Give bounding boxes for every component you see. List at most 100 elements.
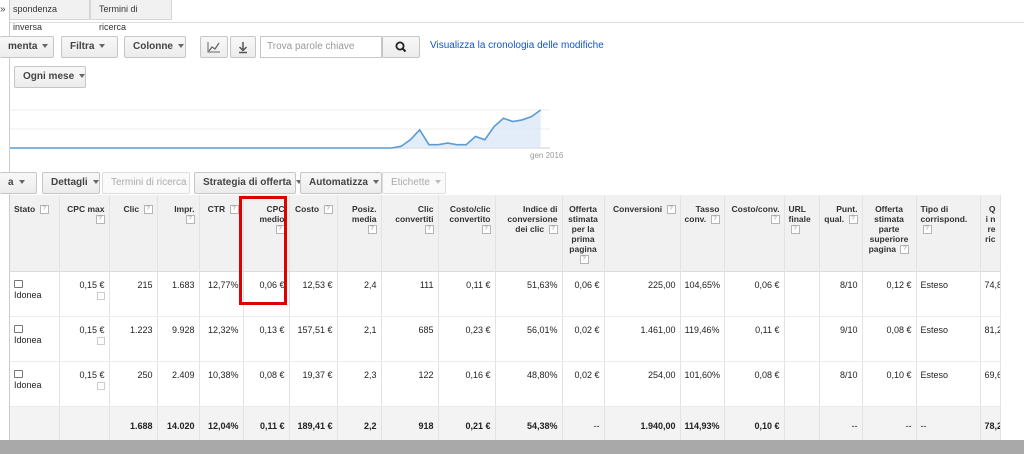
column-header[interactable]: Tipo di corrispond. ? [916,195,981,272]
column-header[interactable]: Conversioni ? [604,195,681,272]
help-icon[interactable]: ? [770,215,780,225]
sidebar-collapse-handle[interactable]: » [0,0,10,454]
filter-dropdown[interactable]: Filtra [61,36,118,58]
column-header[interactable]: Stato ? [10,195,60,272]
help-icon[interactable]: ? [185,215,195,225]
cell-value: 0,08 € [754,369,780,380]
table-cell: 0,10 € [862,361,917,407]
cell-value: 101,60% [684,369,721,380]
column-header[interactable]: Clic ? [109,195,158,272]
cell-value: 19,37 € [302,369,333,380]
chevron-down-icon [372,180,379,185]
change-history-link[interactable]: Visualizza la cronologia delle modifiche [430,40,604,51]
column-header[interactable]: Q i n re ric [980,195,1001,272]
cell-value: 10,38% [207,369,239,380]
help-icon[interactable]: ? [790,225,800,235]
column-header[interactable]: Costo ? [289,195,338,272]
cell-value: 122 [418,369,434,380]
help-icon[interactable]: ? [95,215,105,225]
period-dropdown[interactable]: Ogni mese [14,66,86,88]
table-cell [784,361,820,407]
help-icon[interactable]: ? [481,225,491,235]
labels-dropdown[interactable]: Etichette [382,172,446,194]
edit-bid-icon[interactable] [96,291,105,300]
column-header-label: Stato [14,204,36,214]
help-icon[interactable]: ? [666,205,676,215]
comment-icon[interactable] [14,324,23,333]
comment-icon[interactable] [14,279,23,288]
table-cell: 10,38% [199,361,244,407]
cell-value: 1.461,00 [640,324,676,335]
help-icon[interactable]: ? [424,225,434,235]
table-cell: Esteso [916,316,981,362]
modify-dropdown[interactable]: a [0,172,37,194]
edit-bid-icon[interactable] [96,336,105,345]
cell-value: 0,13 € [259,324,285,335]
column-header[interactable]: Indice di conversione dei clic ? [495,195,563,272]
edit-bid-icon[interactable] [96,381,105,390]
help-icon[interactable]: ? [848,215,858,225]
keyword-search-input[interactable]: Trova parole chiave [260,36,382,58]
search-terms-button[interactable]: Termini di ricerca [102,172,190,194]
column-header[interactable]: URL finale ? [784,195,820,272]
automate-dropdown[interactable]: Automatizza [300,172,382,194]
table-cell: 2.409 [157,361,200,407]
column-header[interactable]: Offerta stimata per la prima pagina ? [562,195,605,272]
table-row[interactable]: Idonea 0,15 € 1.223 9.928 12,32% 0,13 € 157,51… [10,316,1001,362]
cell-value: Esteso [920,324,949,335]
help-icon[interactable]: ? [367,225,377,235]
help-icon[interactable]: ? [710,215,720,225]
help-icon[interactable]: ? [579,255,589,265]
column-header[interactable]: Costo/conv. ? [724,195,785,272]
column-header[interactable]: Punt. qual. ? [819,195,863,272]
column-header[interactable]: Clic convertiti ? [381,195,439,272]
table-cell: 111 [381,271,439,317]
cell-value: 9.928 [171,324,195,335]
help-icon[interactable]: ? [900,245,910,255]
table-cell: 0,23 € [438,316,496,362]
table-row[interactable]: Idonea 0,15 € 250 2.409 10,38% 0,08 € 19,37 € 2… [10,361,1001,407]
cell-value: 12,53 € [302,279,333,290]
download-button[interactable] [230,36,256,58]
table-cell: 0,16 € [438,361,496,407]
table-cell: 1.461,00 [604,316,681,362]
help-icon[interactable]: ? [922,225,932,235]
column-header[interactable]: Tasso conv. ? [680,195,725,272]
horizontal-scrollbar[interactable] [0,440,1024,454]
column-header[interactable]: Costo/clic convertito ? [438,195,496,272]
details-dropdown[interactable]: Dettagli [42,172,100,194]
help-icon[interactable]: ? [548,225,558,235]
help-icon[interactable]: ? [323,205,333,215]
table-row[interactable]: Idonea 0,15 € 215 1.683 12,77% 0,06 € 12,53 € 2… [10,271,1001,317]
cell-value: 0,08 € [886,324,912,335]
cell-value: 51,63% [526,279,558,290]
chevron-down-icon [79,74,86,79]
help-icon[interactable]: ? [39,205,49,215]
bid-strategy-dropdown[interactable]: Strategia di offerta [194,172,303,194]
column-header[interactable]: Offerta stimata parte superiore pagina ? [862,195,917,272]
tab-corrispondenza-inversa[interactable]: spondenza inversa [4,0,90,32]
column-header-label: Impr. [174,204,195,214]
column-header-label: Conversioni [613,204,663,214]
help-icon[interactable]: ? [143,205,153,215]
table-cell: 250 [109,361,158,407]
labels-label: Etichette [391,177,430,188]
segment-dropdown[interactable]: menta [0,36,54,58]
tab-termini-di-ricerca[interactable]: Termini di ricerca [90,0,172,32]
comment-icon[interactable] [14,369,23,378]
chevron-down-icon [92,180,99,185]
column-header[interactable]: Posiz. media ? [337,195,382,272]
table-cell: 1.223 [109,316,158,362]
column-header[interactable]: CPC max ? [59,195,110,272]
search-button[interactable] [382,36,420,58]
chart-toggle-button[interactable] [200,36,228,58]
table-cell: 122 [381,361,439,407]
cell-value: 2,3 [363,369,377,380]
help-icon[interactable]: ? [229,205,239,215]
column-header[interactable]: Impr. ? [157,195,200,272]
table-cell: 101,60% [680,361,725,407]
columns-dropdown[interactable]: Colonne [124,36,186,58]
automate-label: Automatizza [309,177,368,188]
cell-value: 1.223 [129,324,153,335]
column-header[interactable]: CTR ? [199,195,244,272]
